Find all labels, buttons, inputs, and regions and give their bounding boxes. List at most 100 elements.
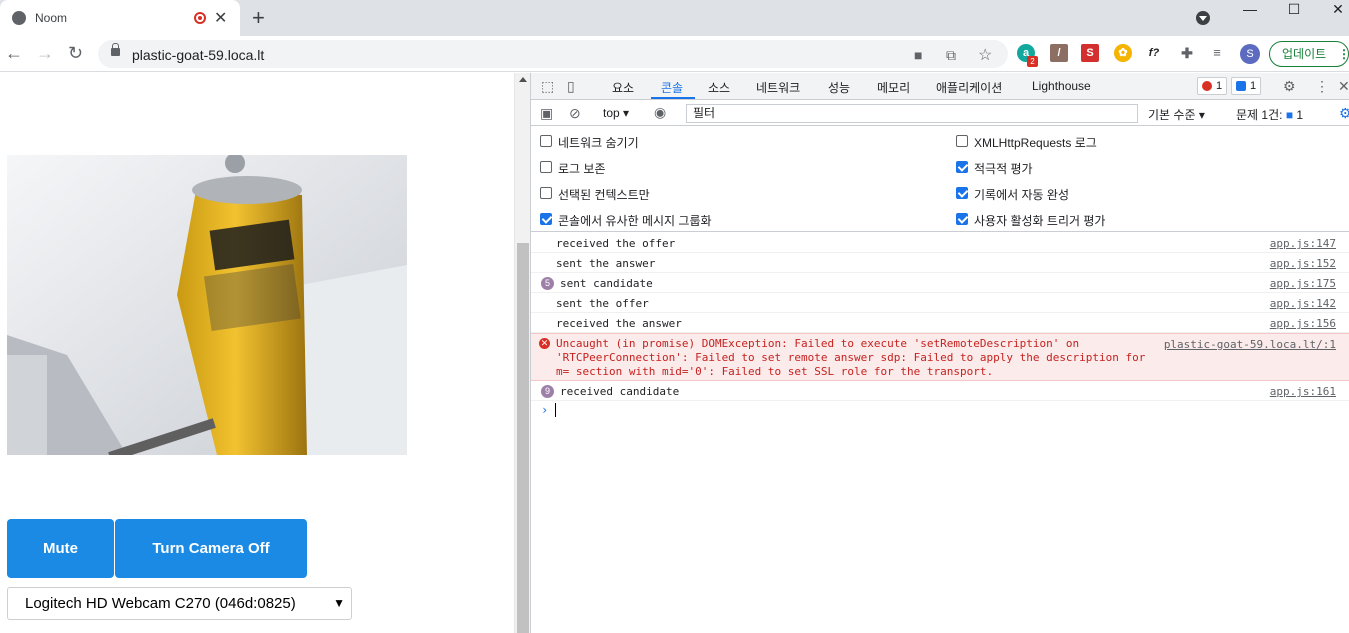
source-link[interactable]: app.js:152 <box>1270 257 1336 270</box>
page-content: Mute Turn Camera Off Logitech HD Webcam … <box>0 73 514 633</box>
tab-sources[interactable]: 소스 <box>708 79 730 96</box>
issues-icon: ■ <box>1285 108 1294 122</box>
update-button[interactable]: 업데이트 ⋮ <box>1269 41 1349 67</box>
checkbox[interactable] <box>540 213 552 225</box>
camera-toggle-button[interactable]: Turn Camera Off <box>115 519 307 578</box>
console-row: 5 sent candidate app.js:175 <box>531 273 1349 293</box>
recording-icon <box>194 12 206 24</box>
lock-icon[interactable] <box>111 43 120 56</box>
close-window-button[interactable]: ✕ <box>1315 0 1349 36</box>
update-label: 업데이트 <box>1282 47 1327 61</box>
settings-gear-icon[interactable]: ⚙ <box>1283 78 1296 95</box>
log-level-select[interactable]: 기본 수준 ▾ <box>1148 106 1205 123</box>
active-tab-indicator <box>651 97 695 99</box>
tab-title: Noom <box>35 11 68 25</box>
source-link[interactable]: app.js:147 <box>1270 237 1336 250</box>
media-control-icon[interactable]: ≡ <box>1208 44 1226 62</box>
scroll-up-icon[interactable] <box>519 77 527 82</box>
filter-input[interactable]: 필터 <box>686 104 1138 123</box>
reload-icon[interactable]: ↻ <box>68 43 83 64</box>
forward-icon[interactable]: → <box>36 43 54 64</box>
tab-lighthouse[interactable]: Lighthouse <box>1032 79 1091 93</box>
error-icon <box>1202 81 1212 91</box>
source-link[interactable]: app.js:156 <box>1270 317 1336 330</box>
extension-flower-icon[interactable]: ✿ <box>1114 44 1132 62</box>
option-label: 기록에서 자동 완성 <box>974 188 1069 202</box>
address-bar[interactable]: plastic-goat-59.loca.lt ■ ⧉ ☆ <box>98 40 1008 68</box>
checkbox[interactable] <box>540 161 552 173</box>
maximize-button[interactable]: ☐ <box>1271 0 1317 36</box>
option-label: 콘솔에서 유사한 메시지 그룹화 <box>558 214 712 228</box>
source-link[interactable]: app.js:161 <box>1270 385 1336 398</box>
option-label: 사용자 활성화 트리거 평가 <box>974 214 1106 228</box>
eyedropper-icon[interactable]: / <box>1050 44 1068 62</box>
context-selector[interactable]: top ▾ <box>603 106 629 120</box>
checkbox[interactable] <box>956 161 968 173</box>
extension-f-icon[interactable]: f? <box>1145 44 1163 62</box>
checkbox[interactable] <box>956 213 968 225</box>
tab-memory[interactable]: 메모리 <box>877 79 910 96</box>
source-link[interactable]: app.js:142 <box>1270 297 1336 310</box>
tab-application[interactable]: 애플리케이션 <box>936 79 1002 96</box>
checkbox[interactable] <box>540 135 552 147</box>
console-message: received the answer <box>556 317 682 330</box>
source-link[interactable]: plastic-goat-59.loca.lt/:1 <box>1164 338 1336 351</box>
extensions-puzzle-icon[interactable]: ✚ <box>1178 44 1196 62</box>
avatar[interactable]: S <box>1240 44 1260 64</box>
back-icon[interactable]: ← <box>5 43 23 64</box>
checkbox[interactable] <box>956 187 968 199</box>
more-options-icon[interactable]: ⋮ <box>1315 78 1329 95</box>
globe-icon <box>12 11 26 25</box>
tab-network[interactable]: 네트워크 <box>756 79 800 96</box>
info-icon <box>1236 81 1246 91</box>
issues-label: 문제 1건: <box>1236 108 1283 122</box>
close-tab-icon[interactable]: ✕ <box>214 8 227 28</box>
new-tab-button[interactable]: + <box>252 5 265 31</box>
context-value: top <box>603 106 620 120</box>
minimize-button[interactable]: — <box>1227 0 1273 36</box>
console-settings-icon[interactable]: ⚙ <box>1339 105 1349 122</box>
menu-dots-icon[interactable]: ⋮ <box>1338 42 1349 66</box>
extension-s-icon[interactable]: S <box>1081 44 1099 62</box>
issues-count: 1 <box>1296 108 1304 122</box>
scrollbar-thumb[interactable] <box>517 243 529 633</box>
camera-select[interactable]: Logitech HD Webcam C270 (046d:0825) ▼ <box>7 587 352 620</box>
console-input[interactable] <box>555 403 556 417</box>
console-row: received the offer app.js:147 <box>531 233 1349 253</box>
source-link[interactable]: app.js:175 <box>1270 277 1336 290</box>
tab-elements[interactable]: 요소 <box>612 79 634 96</box>
device-toolbar-icon[interactable]: ▯ <box>567 78 575 95</box>
error-count-badge[interactable]: 1 <box>1197 77 1228 95</box>
option-label: XMLHttpRequests 로그 <box>974 136 1097 150</box>
clear-console-icon[interactable]: ⊘ <box>569 105 581 122</box>
option-label: 로그 보존 <box>558 162 606 176</box>
console-error-row: ✕ Uncaught (in promise) DOMException: Fa… <box>531 333 1349 381</box>
tab-performance[interactable]: 성능 <box>828 79 850 96</box>
inspect-element-icon[interactable]: ⬚ <box>541 78 554 95</box>
webcam-frame <box>7 155 407 455</box>
url-text[interactable]: plastic-goat-59.loca.lt <box>132 47 264 63</box>
console-row: 9 received candidate app.js:161 <box>531 381 1349 401</box>
info-count-badge[interactable]: 1 <box>1231 77 1262 95</box>
translate-icon[interactable]: ⧉ <box>946 47 956 64</box>
issues-counter[interactable]: 문제 1건: ■ 1 <box>1236 106 1303 123</box>
checkbox[interactable] <box>540 187 552 199</box>
sidebar-toggle-icon[interactable]: ▣ <box>540 105 553 122</box>
mute-button[interactable]: Mute <box>7 519 114 578</box>
bookmark-star-icon[interactable]: ☆ <box>978 45 992 65</box>
console-row: received the answer app.js:156 <box>531 313 1349 333</box>
option-label: 적극적 평가 <box>974 162 1033 176</box>
console-filter-bar: ▣ ⊘ top ▾ ◉ 필터 기본 수준 ▾ 문제 1건: ■ 1 ⚙ <box>531 101 1349 126</box>
eye-icon[interactable]: ◉ <box>654 104 666 121</box>
checkbox[interactable] <box>956 135 968 147</box>
camera-icon[interactable]: ■ <box>914 47 922 63</box>
devtools-tab-bar: ⬚ ▯ 요소 콘솔 소스 네트워크 성능 메모리 애플리케이션 Lighthou… <box>531 73 1349 100</box>
close-devtools-icon[interactable]: ✕ <box>1338 78 1349 95</box>
log-level-value: 기본 수준 <box>1148 108 1196 122</box>
console-message: sent the offer <box>556 297 649 310</box>
page-scrollbar[interactable] <box>514 73 530 633</box>
browser-tab[interactable]: Noom ✕ <box>0 0 240 36</box>
browser-toolbar: ← → ↻ plastic-goat-59.loca.lt ■ ⧉ ☆ a 2 … <box>0 36 1349 72</box>
tab-search-icon[interactable] <box>1196 11 1210 25</box>
tab-console[interactable]: 콘솔 <box>661 79 683 96</box>
